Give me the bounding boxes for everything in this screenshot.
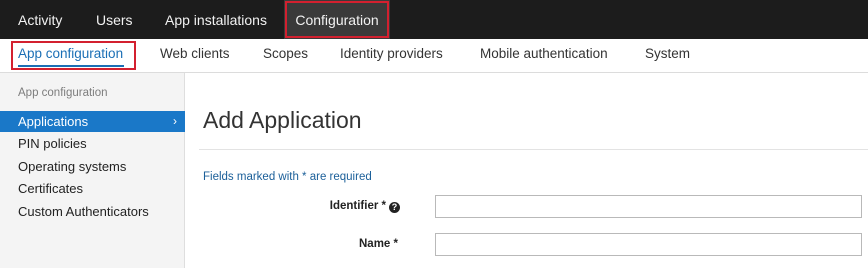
topnav-item-configuration[interactable]: Configuration: [284, 0, 390, 39]
tab-identity-providers[interactable]: Identity providers: [340, 39, 443, 72]
tab-app-configuration[interactable]: App configuration: [18, 39, 123, 72]
sidebar-item-label: Custom Authenticators: [18, 204, 149, 219]
sidebar-item-label: PIN policies: [18, 136, 87, 151]
sidebar-item-custom-authenticators[interactable]: Custom Authenticators: [0, 201, 185, 222]
help-icon[interactable]: ?: [389, 202, 400, 213]
identifier-label: Identifier *: [329, 200, 386, 212]
sidebar-item-label: Applications: [18, 114, 89, 129]
sidebar-item-label: Operating systems: [18, 159, 127, 174]
tab-scopes[interactable]: Scopes: [263, 39, 308, 72]
sidebar-item-applications[interactable]: Applications ›: [0, 111, 185, 132]
sidebar: App configuration Applications › PIN pol…: [0, 73, 185, 268]
sidebar-item-label: Certificates: [18, 181, 84, 196]
sub-navigation-bar: App configuration Web clients Scopes Ide…: [0, 39, 868, 73]
identifier-field[interactable]: [435, 195, 862, 218]
tab-mobile-authentication[interactable]: Mobile authentication: [480, 39, 608, 72]
tab-system[interactable]: System: [645, 39, 690, 72]
top-navigation-bar: Activity Users App installations Configu…: [0, 0, 868, 39]
title-divider: [199, 149, 868, 150]
sidebar-item-pin-policies[interactable]: PIN policies: [0, 133, 185, 154]
topnav-item-app-installations[interactable]: App installations: [165, 0, 267, 39]
name-field[interactable]: [435, 233, 862, 256]
page-title: Add Application: [203, 107, 362, 133]
sidebar-item-certificates[interactable]: Certificates: [0, 178, 185, 199]
topnav-item-users[interactable]: Users: [96, 0, 133, 39]
sidebar-heading: App configuration: [18, 87, 108, 99]
tab-web-clients[interactable]: Web clients: [160, 39, 230, 72]
active-tab-underline: [18, 65, 124, 67]
name-label: Name *: [359, 238, 398, 250]
topnav-item-activity[interactable]: Activity: [18, 0, 62, 39]
required-fields-note: Fields marked with * are required: [203, 171, 372, 183]
identifier-label-row: Identifier *?: [200, 200, 400, 213]
sidebar-item-operating-systems[interactable]: Operating systems: [0, 156, 185, 177]
chevron-right-icon: ›: [173, 114, 177, 128]
